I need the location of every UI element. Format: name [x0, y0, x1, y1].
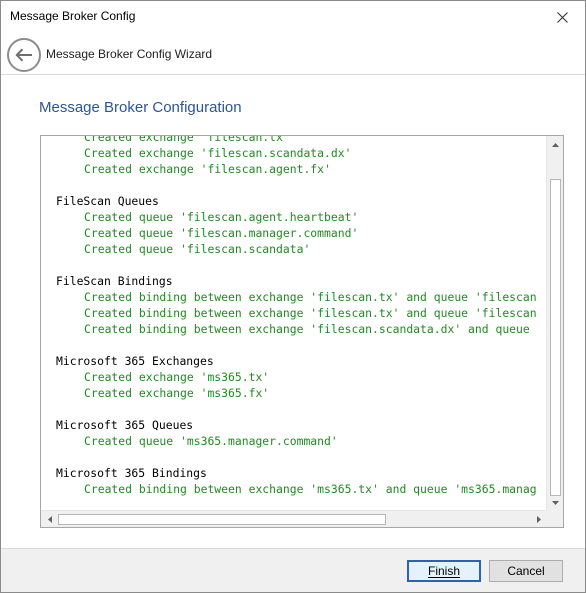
- wizard-window: Message Broker Config Message Broker Con…: [0, 0, 586, 593]
- horizontal-scrollbar[interactable]: [41, 510, 547, 527]
- log-line: Created binding between exchange 'ms365.…: [84, 482, 537, 496]
- log-section-header: FileScan Bindings: [56, 274, 173, 288]
- log-line: Created binding between exchange 'filesc…: [84, 322, 530, 336]
- log-line: Created exchange 'filescan.agent.fx': [84, 162, 331, 176]
- caret-right-icon: [536, 516, 541, 523]
- cancel-button[interactable]: Cancel: [489, 560, 563, 582]
- log-line: Created queue 'filescan.agent.heartbeat': [84, 210, 359, 224]
- scrollbar-corner: [546, 510, 563, 527]
- log-line: Created exchange 'ms365.tx': [84, 370, 270, 384]
- log-line: Created exchange 'filescan.tx': [84, 136, 290, 144]
- log-viewport: Created exchange 'filescan.tx' Created ex…: [41, 136, 547, 511]
- back-arrow-icon: [15, 48, 32, 62]
- log-blank-line: [56, 337, 537, 353]
- log-line: Created queue 'ms365.manager.command': [84, 434, 338, 448]
- vertical-scrollbar[interactable]: [546, 136, 563, 511]
- wizard-footer: Finish Cancel: [1, 548, 585, 592]
- cancel-button-label: Cancel: [507, 564, 545, 578]
- log-section-header: Microsoft 365 Queues: [56, 418, 194, 432]
- wizard-header: Message Broker Config Wizard: [1, 33, 585, 75]
- log-line: Created binding between exchange 'filesc…: [84, 290, 537, 304]
- log-section-header: Microsoft 365 Bindings: [56, 466, 207, 480]
- scroll-right-button[interactable]: [530, 511, 547, 527]
- scroll-up-button[interactable]: [547, 136, 563, 153]
- back-button[interactable]: [7, 38, 41, 72]
- log-output[interactable]: Created exchange 'filescan.tx' Created ex…: [40, 135, 564, 528]
- log-line: Created queue 'filescan.scandata': [84, 242, 311, 256]
- window-title: Message Broker Config: [10, 9, 136, 23]
- caret-down-icon: [552, 500, 559, 505]
- log-line: Created exchange 'filescan.scandata.dx': [84, 146, 352, 160]
- log-line: Created exchange 'ms365.fx': [84, 386, 270, 400]
- caret-left-icon: [47, 516, 52, 523]
- title-bar: Message Broker Config: [1, 1, 585, 33]
- close-button[interactable]: [539, 1, 585, 33]
- log-section-header: FileScan Queues: [56, 194, 159, 208]
- log-blank-line: [56, 449, 537, 465]
- log-blank-line: [56, 257, 537, 273]
- page-heading: Message Broker Configuration: [39, 99, 242, 116]
- scroll-left-button[interactable]: [41, 511, 58, 527]
- log-lines: Created exchange 'filescan.tx' Created ex…: [56, 136, 537, 497]
- log-line: Created binding between exchange 'filesc…: [84, 306, 537, 320]
- log-section-header: Microsoft 365 Exchanges: [56, 354, 214, 368]
- log-line: Created queue 'filescan.manager.command': [84, 226, 359, 240]
- horizontal-scroll-thumb[interactable]: [58, 514, 386, 525]
- vertical-scroll-thumb[interactable]: [550, 179, 561, 496]
- close-icon: [556, 11, 568, 23]
- caret-up-icon: [552, 142, 559, 147]
- finish-button[interactable]: Finish: [407, 560, 481, 582]
- finish-button-label: Finish: [427, 564, 460, 578]
- wizard-title: Message Broker Config Wizard: [46, 47, 213, 61]
- wizard-content: Message Broker Configuration Created exc…: [1, 76, 585, 548]
- log-blank-line: [56, 177, 537, 193]
- scroll-down-button[interactable]: [547, 494, 563, 511]
- log-blank-line: [56, 401, 537, 417]
